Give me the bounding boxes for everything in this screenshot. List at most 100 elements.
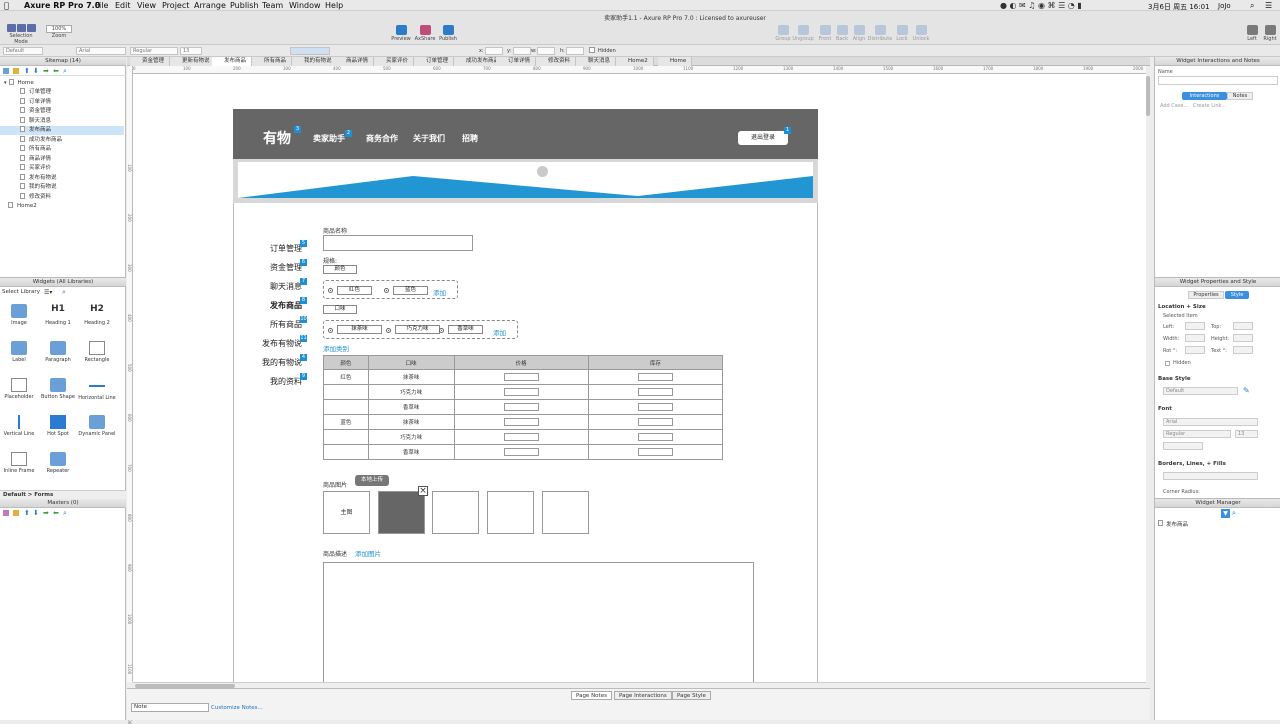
image-slot-4[interactable] <box>487 491 534 534</box>
sitemap-item[interactable]: 成功发布商品 <box>0 135 124 145</box>
sitemap-item[interactable]: 买家评价 <box>0 164 124 173</box>
price-input[interactable] <box>503 418 539 426</box>
search-icon[interactable]: ⌕ <box>63 510 67 517</box>
menu-team[interactable]: Team <box>262 1 283 10</box>
x-field[interactable] <box>485 47 503 55</box>
sitemap-item[interactable]: 我的有物说 <box>0 183 124 192</box>
menu-view[interactable]: View <box>137 1 156 10</box>
left-input[interactable] <box>1185 322 1205 330</box>
library-menu-icon[interactable]: ☰▾ <box>44 289 52 296</box>
font-weight-select[interactable]: Regular <box>1163 430 1231 438</box>
logout-button[interactable]: 退出登录 <box>738 131 788 145</box>
add-case-link[interactable]: Add Case... <box>1160 103 1188 109</box>
base-style-select[interactable]: Default <box>1163 387 1238 395</box>
height-input[interactable] <box>1233 334 1253 342</box>
user-name[interactable]: JoJo <box>1218 2 1231 10</box>
color-option-blue[interactable]: 蓝色 <box>393 286 428 295</box>
edit-style-icon[interactable]: ✎ <box>1243 386 1250 395</box>
tab-1[interactable]: 更新有物说 <box>170 57 216 66</box>
delete-image-icon[interactable]: × <box>418 486 428 496</box>
distribute-button[interactable]: Distribute <box>866 25 894 42</box>
add-color-link[interactable]: 添加 <box>433 287 446 297</box>
widget-horizontal-line[interactable]: Horizontal Line <box>78 378 116 401</box>
widget-inline-frame[interactable]: Inline Frame <box>0 452 38 474</box>
color-tag[interactable]: 颜色 <box>323 265 357 274</box>
right-panel-toggle[interactable]: Right <box>1261 25 1279 42</box>
sidebar-link[interactable]: 我的有物说 <box>262 357 302 368</box>
price-input[interactable] <box>503 448 539 456</box>
borders-header[interactable]: Borders, Lines, + Fills <box>1158 461 1226 467</box>
stock-input[interactable] <box>637 448 673 456</box>
nav-jobs[interactable]: 招聘 <box>462 133 478 144</box>
location-size-header[interactable]: Location + Size <box>1158 304 1206 310</box>
manager-item[interactable]: 发布商品 <box>1158 520 1188 528</box>
product-name-input[interactable] <box>323 235 473 251</box>
notes-tab-2[interactable]: Page Style <box>672 691 711 700</box>
widget-paragraph[interactable]: Paragraph <box>39 341 77 363</box>
note-select[interactable]: Note <box>131 703 209 712</box>
flavor-option-3[interactable]: 香草味 <box>448 325 483 334</box>
select-library[interactable]: Select Library <box>2 289 40 295</box>
properties-tab[interactable]: Properties <box>1188 291 1224 299</box>
tab-2[interactable]: 发布商品 <box>212 57 253 66</box>
menu-project[interactable]: Project <box>162 1 189 10</box>
price-input[interactable] <box>503 388 539 396</box>
selection-mode-button[interactable]: Selection Mode <box>3 24 39 45</box>
h-field[interactable] <box>566 47 584 55</box>
add-master-icon[interactable] <box>3 510 9 516</box>
move-down-icon[interactable]: ⬇ <box>33 68 39 75</box>
flavor-option-2[interactable]: 巧克力味 <box>395 325 440 334</box>
style-select[interactable]: Default <box>3 47 43 55</box>
main-image-slot[interactable]: 主图 <box>323 491 370 534</box>
sidebar-link[interactable]: 发布有物说 <box>262 338 302 349</box>
ungroup-button[interactable]: Ungroup <box>792 25 814 42</box>
collapse-icon[interactable]: ▾ <box>4 80 7 86</box>
tab-7[interactable]: 订单管理 <box>414 57 455 66</box>
stock-input[interactable] <box>637 388 673 396</box>
hidden-checkbox[interactable] <box>1165 361 1170 366</box>
widget-image[interactable]: Image <box>0 304 38 326</box>
add-flavor-link[interactable]: 添加 <box>493 327 506 337</box>
font-size-select[interactable]: 13 <box>1235 430 1258 438</box>
widget-placeholder[interactable]: Placeholder <box>0 378 38 400</box>
tab-6[interactable]: 买家评价 <box>374 57 415 66</box>
sitemap-item[interactable]: 商品详情 <box>0 154 124 164</box>
font-style-buttons[interactable] <box>1163 442 1203 450</box>
sidebar-link[interactable]: 所有商品 <box>262 319 302 330</box>
tab-5[interactable]: 商品详情 <box>334 57 375 66</box>
axshare-button[interactable]: AxShare <box>414 25 436 42</box>
w-field[interactable] <box>537 47 555 55</box>
stock-input[interactable] <box>637 433 673 441</box>
price-input[interactable] <box>503 403 539 411</box>
font-family-select[interactable]: Arial <box>1163 418 1258 426</box>
font-header[interactable]: Font <box>1158 406 1172 412</box>
base-style-header[interactable]: Base Style <box>1158 376 1191 382</box>
tab-9[interactable]: 订单详情 <box>496 57 537 66</box>
tab-13[interactable]: Home <box>658 57 693 66</box>
sitemap-item[interactable]: 订单详情 <box>0 97 124 107</box>
weight-select[interactable]: Regular <box>130 47 178 55</box>
align-buttons[interactable] <box>290 47 330 55</box>
description-textarea[interactable] <box>323 562 754 684</box>
menu-edit[interactable]: Edit <box>115 1 131 10</box>
menu-file[interactable]: File <box>95 1 108 10</box>
tab-10[interactable]: 修改资料 <box>536 57 577 66</box>
widget-dynamic-panel[interactable]: Dynamic Panel <box>78 415 116 437</box>
flavor-radio-1[interactable] <box>328 328 333 333</box>
font-select[interactable]: Arial <box>76 47 126 55</box>
widget-button-shape[interactable]: Button Shape <box>39 378 77 400</box>
sitemap-item[interactable]: 发布有物说 <box>0 173 124 183</box>
widget-label[interactable]: Label <box>0 341 38 363</box>
flavor-tag[interactable]: 口味 <box>323 305 357 314</box>
y-field[interactable] <box>513 47 531 55</box>
move-down-icon[interactable]: ⬇ <box>33 510 39 517</box>
move-up-icon[interactable]: ⬆ <box>24 68 30 75</box>
widget-hot-spot[interactable]: Hot Spot <box>39 415 77 437</box>
move-up-icon[interactable]: ⬆ <box>24 510 30 517</box>
stock-input[interactable] <box>637 418 673 426</box>
nav-about[interactable]: 关于我们 <box>413 133 445 144</box>
widget-heading2[interactable]: H2 Heading 2 <box>78 304 116 326</box>
sidebar-link[interactable]: 发布商品 <box>262 300 302 311</box>
add-image-link[interactable]: 添加图片 <box>355 548 381 558</box>
sidebar-link[interactable]: 订单管理 <box>262 243 302 254</box>
